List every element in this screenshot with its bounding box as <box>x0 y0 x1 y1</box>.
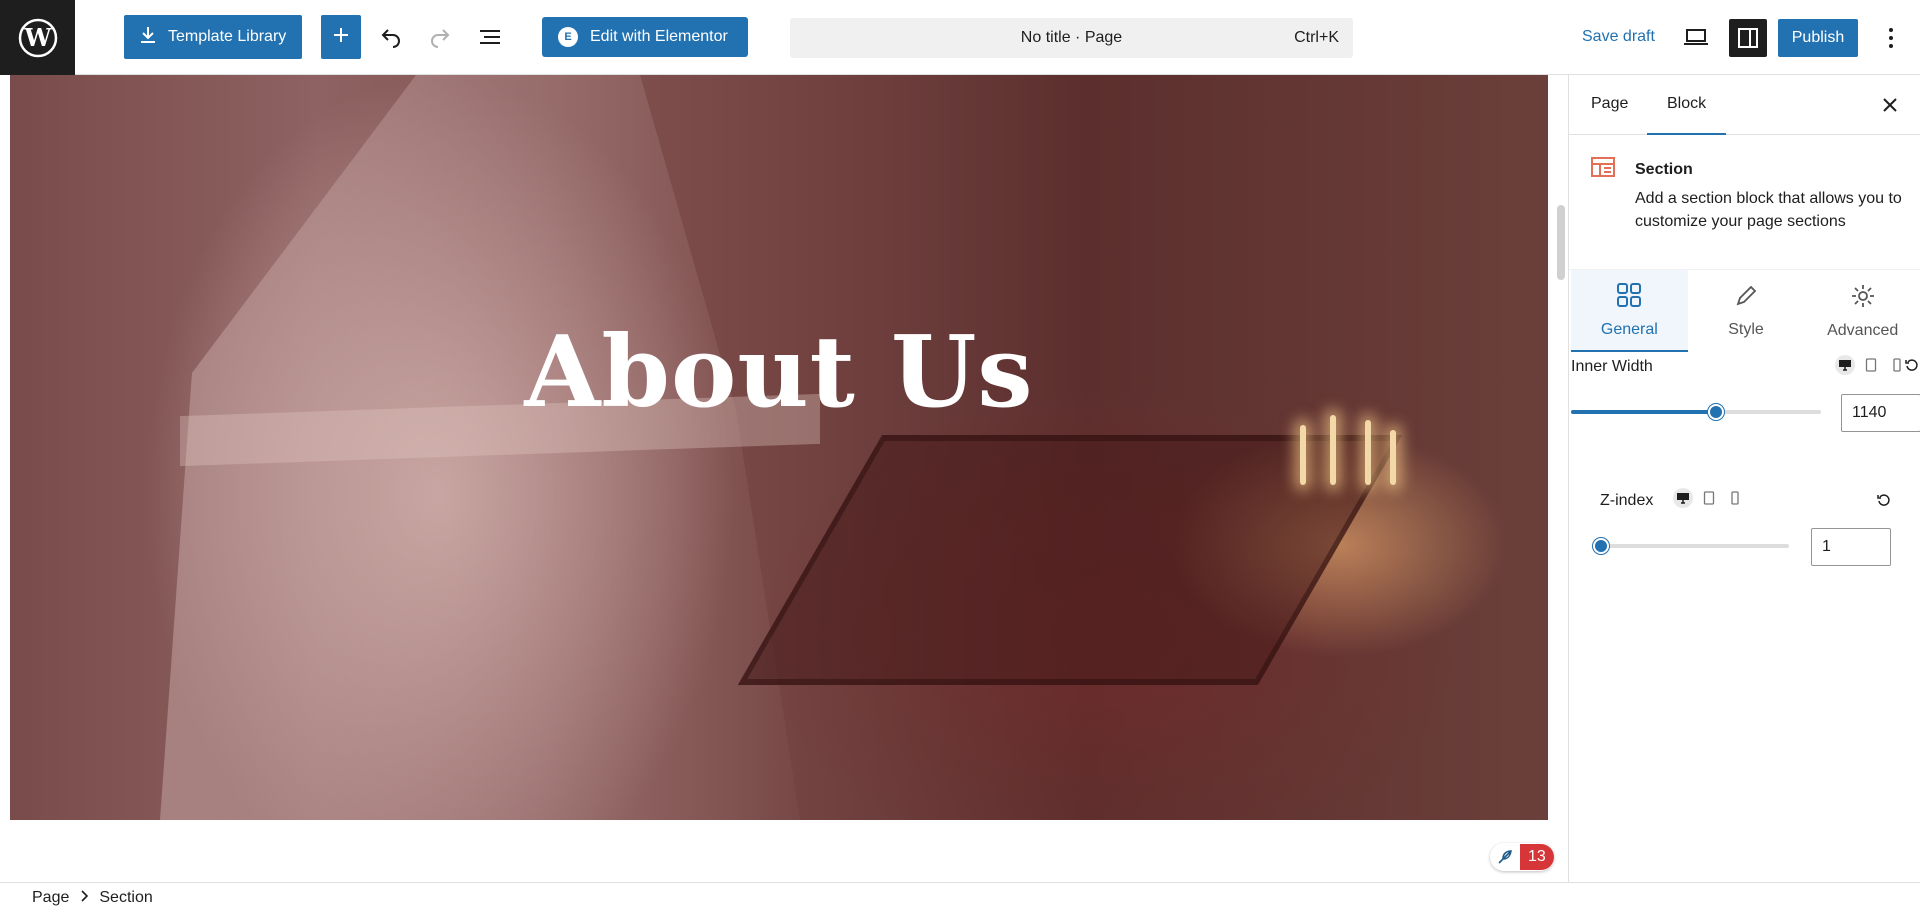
hero-section[interactable]: About Us <box>10 75 1548 820</box>
document-overview-icon[interactable] <box>472 19 508 55</box>
settings-sidebar-icon[interactable] <box>1729 19 1767 57</box>
slider-handle[interactable] <box>1593 538 1609 554</box>
document-title: No title · Page <box>1020 29 1123 46</box>
preview-desktop-icon[interactable] <box>1676 19 1716 55</box>
tablet-icon[interactable] <box>1861 355 1881 375</box>
sidebar-tabs: Page Block <box>1569 75 1920 135</box>
breadcrumb: Page Section <box>0 882 1920 912</box>
slider-handle[interactable] <box>1708 404 1724 420</box>
gear-icon <box>1850 283 1876 314</box>
edit-with-elementor-button[interactable]: E Edit with Elementor <box>542 17 748 57</box>
notification-count: 13 <box>1520 844 1554 870</box>
mobile-icon[interactable] <box>1887 355 1907 375</box>
breadcrumb-item-page[interactable]: Page <box>32 889 69 907</box>
seo-notification-badge[interactable]: 13 <box>1490 843 1554 871</box>
redo-icon[interactable] <box>422 19 458 55</box>
mobile-icon[interactable] <box>1725 488 1745 508</box>
tab-general-label: General <box>1600 320 1658 338</box>
svg-text:W: W <box>23 23 52 52</box>
command-bar[interactable]: No title · Page Ctrl+K <box>790 18 1353 58</box>
tab-advanced-label: Advanced <box>1827 321 1899 339</box>
hero-background-detail <box>1390 430 1396 485</box>
elementor-label: Edit with Elementor <box>590 28 728 45</box>
plus-icon <box>331 25 351 50</box>
close-icon[interactable] <box>1878 93 1902 117</box>
chevron-right-icon <box>79 889 89 907</box>
save-draft-button[interactable]: Save draft <box>1582 28 1655 46</box>
elementor-icon: E <box>558 27 578 47</box>
more-options-icon[interactable] <box>1873 19 1909 57</box>
z-index-label: Z-index <box>1600 492 1654 509</box>
tab-advanced[interactable]: Advanced <box>1804 270 1920 352</box>
add-block-button[interactable] <box>321 15 361 59</box>
template-library-label: Template Library <box>168 28 287 45</box>
inner-width-label: Inner Width <box>1571 358 1653 375</box>
grid-icon <box>1616 282 1642 313</box>
responsive-toggles <box>1835 355 1907 375</box>
feather-icon <box>1490 843 1520 871</box>
command-shortcut: Ctrl+K <box>1294 29 1339 46</box>
slider-fill <box>1571 410 1716 414</box>
tab-style[interactable]: Style <box>1688 270 1805 352</box>
desktop-icon[interactable] <box>1673 488 1693 508</box>
block-card: Section Add a section block that allows … <box>1569 135 1920 270</box>
inner-width-slider[interactable] <box>1571 404 1821 420</box>
settings-sidebar: Page Block Section Add a section block t… <box>1568 75 1920 882</box>
undo-icon[interactable] <box>373 19 409 55</box>
hero-heading[interactable]: About Us <box>10 315 1548 430</box>
publish-button[interactable]: Publish <box>1778 19 1858 57</box>
responsive-toggles <box>1673 488 1745 508</box>
tab-page[interactable]: Page <box>1591 95 1628 113</box>
reset-icon[interactable] <box>1905 358 1919 377</box>
z-index-input[interactable] <box>1811 528 1891 566</box>
wordpress-logo-icon[interactable]: W <box>0 0 75 75</box>
tab-style-label: Style <box>1728 320 1764 338</box>
editor-canvas: About Us 13 <box>0 75 1568 882</box>
tab-general[interactable]: General <box>1571 270 1688 352</box>
tab-block[interactable]: Block <box>1646 95 1727 135</box>
inner-width-input[interactable] <box>1841 394 1920 432</box>
section-block-icon <box>1591 157 1615 182</box>
block-title: Section <box>1635 161 1693 178</box>
download-icon <box>138 25 158 50</box>
reset-icon[interactable] <box>1877 493 1891 512</box>
z-index-slider[interactable] <box>1593 538 1789 554</box>
tablet-icon[interactable] <box>1699 488 1719 508</box>
editor-toolbar: W Template Library E Edit with Elementor… <box>0 0 1920 75</box>
desktop-icon[interactable] <box>1835 355 1855 375</box>
block-description: Add a section block that allows you to c… <box>1635 190 1902 230</box>
pencil-icon <box>1734 284 1758 313</box>
canvas-scrollbar[interactable] <box>1557 205 1565 280</box>
template-library-button[interactable]: Template Library <box>124 15 302 59</box>
breadcrumb-item-section[interactable]: Section <box>99 889 152 907</box>
hero-background-detail <box>1300 425 1306 485</box>
inspector-tabs: General Style Advanced <box>1571 270 1920 352</box>
